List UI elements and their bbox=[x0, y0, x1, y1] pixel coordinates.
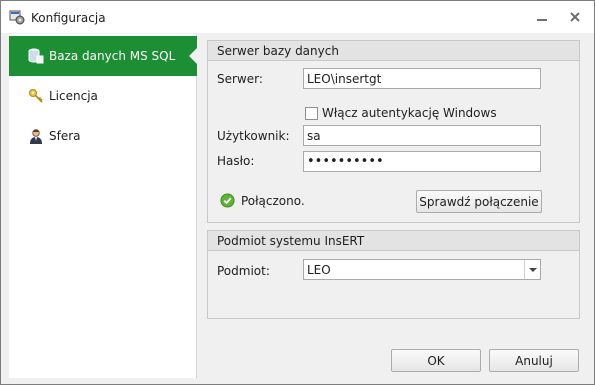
windows-auth-checkbox[interactable] bbox=[305, 107, 318, 120]
close-icon[interactable] bbox=[564, 7, 586, 27]
subject-select[interactable]: LEO bbox=[303, 259, 541, 280]
user-icon bbox=[30, 129, 42, 144]
subject-label: Podmiot: bbox=[217, 264, 270, 278]
key-icon bbox=[29, 89, 43, 103]
subject-select-value: LEO bbox=[307, 263, 331, 277]
sidebar-item-sfera[interactable]: Sfera bbox=[9, 116, 197, 156]
active-indicator bbox=[189, 48, 197, 64]
user-input[interactable]: sa bbox=[303, 125, 541, 146]
sidebar-item-label: Licencja bbox=[49, 89, 98, 103]
server-group: Serwer bazy danych Serwer: LEO\insertgt … bbox=[207, 40, 580, 223]
server-group-header: Serwer bazy danych bbox=[208, 41, 579, 61]
password-label: Hasło: bbox=[217, 154, 255, 168]
user-label: Użytkownik: bbox=[217, 129, 290, 143]
sidebar-item-license[interactable]: Licencja bbox=[9, 76, 197, 116]
windows-auth-label: Włącz autentykację Windows bbox=[322, 106, 497, 120]
app-icon bbox=[9, 10, 25, 25]
title-bar: Konfiguracja bbox=[1, 1, 594, 33]
test-connection-button[interactable]: Sprawdź połączenie bbox=[416, 190, 542, 213]
minimize-icon[interactable] bbox=[531, 7, 553, 27]
sidebar-item-label: Baza danych MS SQL bbox=[49, 49, 176, 63]
window-title: Konfiguracja bbox=[31, 11, 106, 25]
sidebar: Baza danych MS SQL Licencja Sfera bbox=[9, 34, 197, 378]
ok-button[interactable]: OK bbox=[391, 349, 481, 372]
cancel-button[interactable]: Anuluj bbox=[489, 349, 579, 372]
sidebar-item-database[interactable]: Baza danych MS SQL bbox=[9, 36, 197, 76]
sidebar-item-label: Sfera bbox=[49, 129, 81, 143]
chevron-down-icon[interactable] bbox=[524, 260, 540, 279]
check-circle-icon bbox=[220, 193, 235, 208]
connection-status: Połączono. bbox=[241, 194, 305, 208]
subject-group: Podmiot systemu InsERT Podmiot: LEO bbox=[207, 230, 580, 319]
server-label: Serwer: bbox=[217, 72, 263, 86]
subject-group-header: Podmiot systemu InsERT bbox=[208, 231, 579, 251]
configuration-dialog: Konfiguracja Baza danych MS SQL Licencja bbox=[0, 0, 595, 385]
database-icon bbox=[28, 48, 44, 64]
password-input[interactable]: •••••••••• bbox=[303, 151, 541, 172]
server-input[interactable]: LEO\insertgt bbox=[303, 68, 541, 89]
